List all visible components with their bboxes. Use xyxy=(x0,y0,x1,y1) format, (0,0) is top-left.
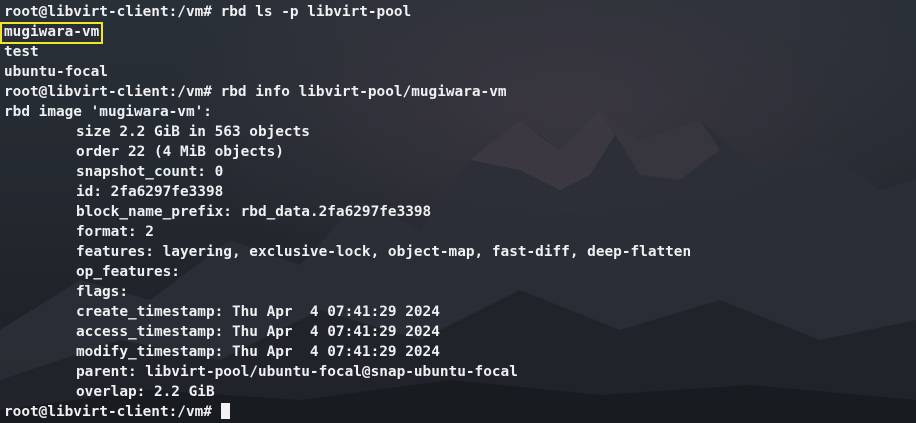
terminal-window[interactable]: root@libvirt-client:/vm# rbd ls -p libvi… xyxy=(0,0,916,423)
info-line: format: 2 xyxy=(76,224,154,240)
text-cursor[interactable] xyxy=(220,403,230,419)
shell-prompt: root@libvirt-client:/vm# xyxy=(4,4,221,20)
highlighted-image-name: mugiwara-vm xyxy=(0,22,104,44)
info-line: modify_timestamp: Thu Apr 4 07:41:29 202… xyxy=(76,344,440,360)
terminal-line: test xyxy=(4,44,39,60)
info-line: flags: xyxy=(76,284,128,300)
info-line: snapshot_count: 0 xyxy=(76,164,224,180)
info-line: id: 2fa6297fe3398 xyxy=(76,184,224,200)
shell-prompt: root@libvirt-client:/vm# xyxy=(4,84,221,100)
info-line: access_timestamp: Thu Apr 4 07:41:29 202… xyxy=(76,324,440,340)
terminal-line: mugiwara-vm xyxy=(0,22,916,44)
info-line: overlap: 2.2 GiB xyxy=(76,384,215,400)
command-text: rbd info libvirt-pool/mugiwara-vm xyxy=(220,84,507,100)
terminal-line: rbd image 'mugiwara-vm': xyxy=(4,104,212,120)
terminal-line[interactable]: root@libvirt-client:/vm# xyxy=(4,402,916,422)
info-line: parent: libvirt-pool/ubuntu-focal@snap-u… xyxy=(76,364,518,380)
info-line: block_name_prefix: rbd_data.2fa6297fe339… xyxy=(76,204,432,220)
info-line: op_features: xyxy=(76,264,180,280)
command-text: rbd ls -p libvirt-pool xyxy=(220,4,412,20)
terminal-line: root@libvirt-client:/vm# rbd info libvir… xyxy=(4,82,916,102)
info-line: create_timestamp: Thu Apr 4 07:41:29 202… xyxy=(76,304,440,320)
terminal-line: ubuntu-focal xyxy=(4,64,108,80)
terminal-line: root@libvirt-client:/vm# rbd ls -p libvi… xyxy=(4,2,916,22)
shell-prompt: root@libvirt-client:/vm# xyxy=(4,404,221,420)
info-line: order 22 (4 MiB objects) xyxy=(76,144,284,160)
info-line: features: layering, exclusive-lock, obje… xyxy=(76,244,692,260)
info-line: size 2.2 GiB in 563 objects xyxy=(76,124,310,140)
